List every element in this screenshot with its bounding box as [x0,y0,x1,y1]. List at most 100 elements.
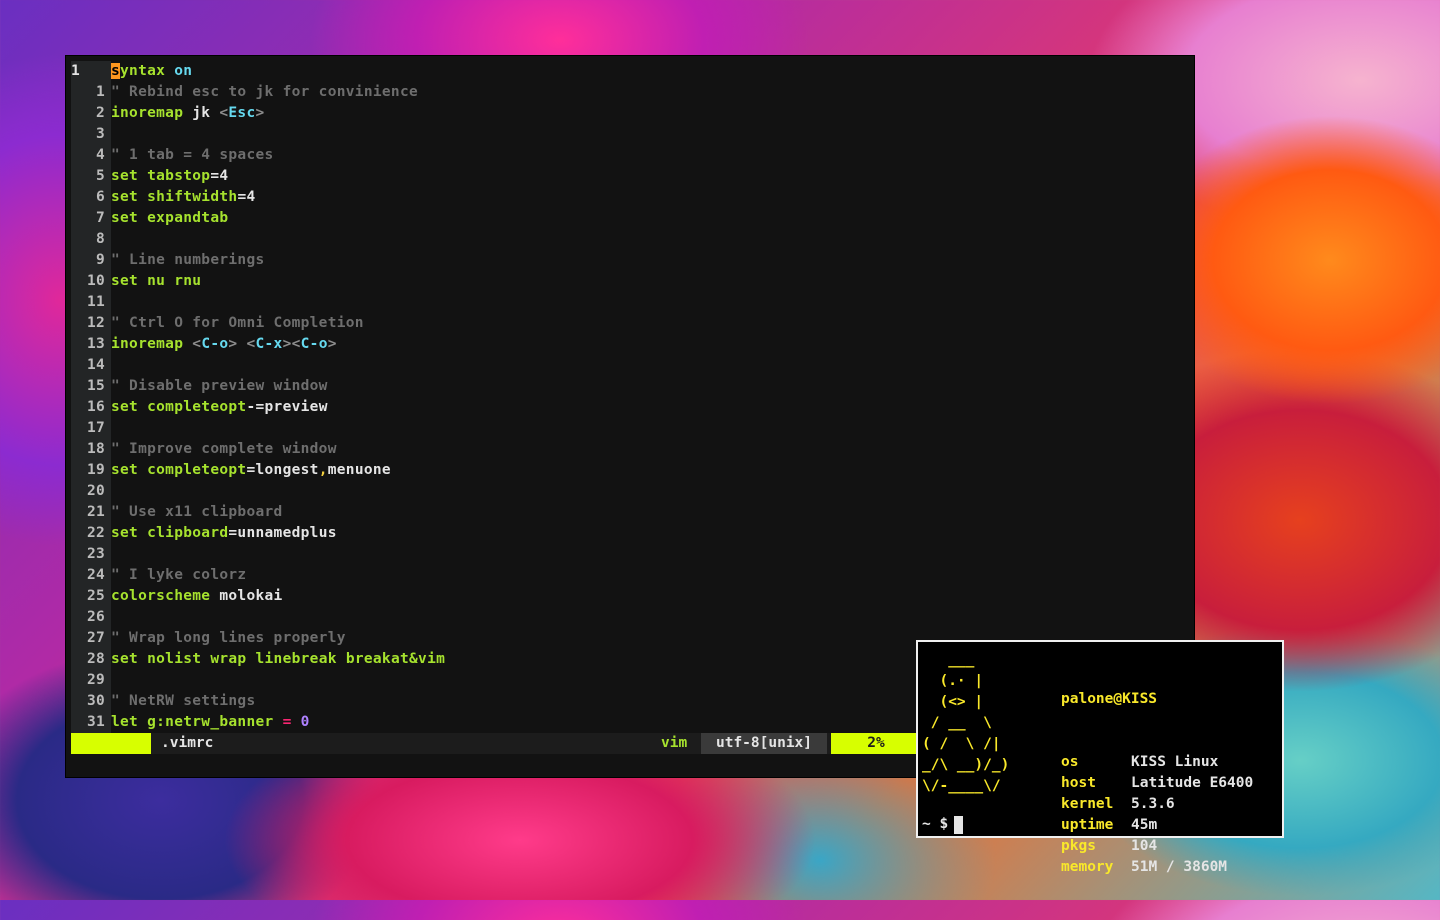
buffer-line[interactable]: 25 colorscheme molokai [71,586,1194,607]
system-info-panel: palone@KISS os KISS Linux host Latitude E64… [1061,647,1253,920]
buffer-line[interactable]: 17 [71,418,1194,439]
line-code[interactable]: let g:netrw_banner = 0 [111,712,310,733]
buffer-line[interactable]: 2 inoremap jk <Esc> [71,103,1194,124]
code-token: wrap [210,651,247,667]
line-code[interactable]: set tabstop=4 [111,166,228,187]
code-token: set [111,273,139,289]
buffer-line[interactable]: 18 " Improve complete window [71,439,1194,460]
line-code[interactable]: " Improve complete window [111,439,337,460]
code-token: =longest [246,462,319,478]
buffer-line-current[interactable]: 1 syntax on [71,61,1194,82]
relative-line-number: 26 [71,607,111,628]
info-value: 51M / 3860M [1131,859,1228,875]
buffer-line[interactable]: 13 inoremap <C-o> <C-x><C-o> [71,334,1194,355]
buffer-line[interactable]: 8 [71,229,1194,250]
line-code[interactable]: inoremap jk <Esc> [111,103,265,124]
line-code[interactable]: set nu rnu [111,271,201,292]
line-code[interactable]: colorscheme molokai [111,586,283,607]
buffer-line[interactable]: 4 " 1 tab = 4 spaces [71,145,1194,166]
buffer-line[interactable]: 3 [71,124,1194,145]
code-token: > [327,336,337,352]
buffer-line[interactable]: 15 " Disable preview window [71,376,1194,397]
info-key: kernel [1061,796,1114,812]
line-code[interactable]: " Line numberings [111,250,265,271]
buffer-line[interactable]: 26 [71,607,1194,628]
code-token: " Improve complete window [111,441,337,457]
line-code[interactable]: syntax on [111,61,192,82]
code-token: inoremap [111,105,184,121]
code-token: set [111,189,139,205]
buffer-line[interactable]: 6 set shiftwidth=4 [71,187,1194,208]
line-code[interactable]: " NetRW settings [111,691,255,712]
line-code[interactable]: inoremap <C-o> <C-x><C-o> [111,334,337,355]
buffer-line[interactable]: 7 set expandtab [71,208,1194,229]
line-code[interactable]: set nolist wrap linebreak breakat&vim [111,649,445,670]
relative-line-number: 12 [71,313,111,334]
buffer-line[interactable]: 22 set clipboard=unnamedplus [71,523,1194,544]
buffer-line[interactable]: 10 set nu rnu [71,271,1194,292]
buffer-line[interactable]: 24 " I lyke colorz [71,565,1194,586]
code-token: >< [282,336,301,352]
buffer-line[interactable]: 9 " Line numberings [71,250,1194,271]
code-token: set [111,462,139,478]
buffer-line[interactable]: 14 [71,355,1194,376]
buffer-line[interactable]: 19 set completeopt=longest,menuone [71,460,1194,481]
kiss-logo-ascii-art: ___ (.· | (<> | / __ \ ( / \ /| _/\ __)/… [922,652,1010,794]
relative-line-number: 24 [71,565,111,586]
code-token: menuone [327,462,391,478]
terminal-window[interactable]: ___ (.· | (<> | / __ \ ( / \ /| _/\ __)/… [916,640,1284,875]
code-token: clipboard [147,525,229,541]
code-token: < [246,336,256,352]
code-token: completeopt [147,462,247,478]
shell-prompt[interactable]: ~ $ [922,814,964,835]
relative-line-number: 2 [71,103,111,124]
buffer-line[interactable]: 21 " Use x11 clipboard [71,502,1194,523]
line-number-current: 1 [71,61,111,82]
line-code[interactable]: " Ctrl O for Omni Completion [111,313,364,334]
code-token: " I lyke colorz [111,567,247,583]
relative-line-number: 21 [71,502,111,523]
line-code[interactable]: " Wrap long lines properly [111,628,346,649]
code-token: " Wrap long lines properly [111,630,346,646]
relative-line-number: 9 [71,250,111,271]
line-code[interactable]: " Disable preview window [111,376,328,397]
code-token: set [111,399,139,415]
code-token: inoremap [111,336,184,352]
line-code[interactable]: set shiftwidth=4 [111,187,256,208]
vim-buffer[interactable]: 1 syntax on 1 " Rebind esc to jk for conv… [71,61,1194,733]
relative-line-number: 6 [71,187,111,208]
line-code[interactable]: set clipboard=unnamedplus [111,523,337,544]
line-code[interactable]: " 1 tab = 4 spaces [111,145,274,166]
relative-line-number: 30 [71,691,111,712]
line-code[interactable]: " I lyke colorz [111,565,246,586]
buffer-line[interactable]: 1 " Rebind esc to jk for convinience [71,82,1194,103]
info-value: 45m [1131,817,1158,833]
buffer-line[interactable]: 12 " Ctrl O for Omni Completion [71,313,1194,334]
line-code[interactable]: " Use x11 clipboard [111,502,283,523]
code-token: " 1 tab = 4 spaces [111,147,274,163]
code-token: " Use x11 clipboard [111,504,283,520]
relative-line-number: 19 [71,460,111,481]
buffer-line[interactable]: 5 set tabstop=4 [71,166,1194,187]
code-token: yntax [120,63,166,79]
code-token: C-o [300,336,328,352]
relative-line-number: 23 [71,544,111,565]
buffer-line[interactable]: 20 [71,481,1194,502]
code-token: nu [147,273,166,289]
code-token: =4 [210,168,229,184]
buffer-line[interactable]: 11 [71,292,1194,313]
line-code[interactable]: set completeopt=longest,menuone [111,460,391,481]
code-token: < [192,336,202,352]
buffer-line[interactable]: 23 [71,544,1194,565]
buffer-line[interactable]: 16 set completeopt-=preview [71,397,1194,418]
line-code[interactable]: " Rebind esc to jk for convinience [111,82,418,103]
line-code[interactable]: set completeopt-=preview [111,397,328,418]
info-row: host Latitude E6400 [1061,773,1253,794]
line-code[interactable]: set expandtab [111,208,228,229]
code-token: C-o [201,336,229,352]
relative-line-number: 18 [71,439,111,460]
